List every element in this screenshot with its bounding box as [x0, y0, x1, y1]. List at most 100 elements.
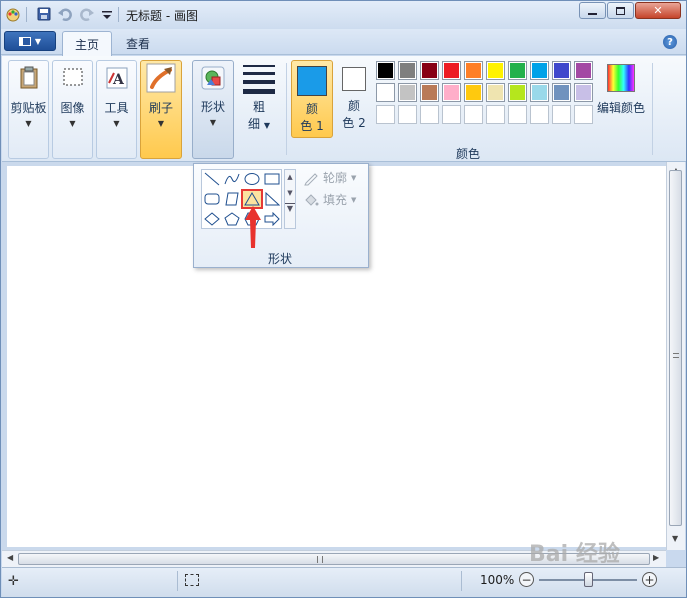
color-swatch[interactable]	[398, 105, 417, 124]
color-swatch[interactable]	[530, 105, 549, 124]
ribbon-separator	[652, 63, 653, 155]
color-swatch[interactable]	[530, 61, 549, 80]
rectangle-shape[interactable]	[262, 170, 282, 188]
minimize-button[interactable]	[579, 2, 606, 19]
shapes-icon	[201, 66, 225, 90]
gallery-down-icon[interactable]: ▼	[285, 189, 295, 197]
scroll-right-icon[interactable]: ▶	[653, 553, 659, 562]
color-swatch[interactable]	[464, 61, 483, 80]
polygon-shape[interactable]	[222, 190, 242, 208]
color2-label-top: 颜	[347, 99, 360, 113]
scroll-left-icon[interactable]: ◀	[7, 553, 13, 562]
zoom-slider-thumb[interactable]	[584, 572, 593, 587]
color-swatch[interactable]	[552, 61, 571, 80]
color-swatch[interactable]	[574, 61, 593, 80]
tab-home-label: 主页	[75, 37, 100, 52]
color-swatch[interactable]	[530, 83, 549, 102]
outline-label: 轮廓	[323, 171, 348, 185]
color-swatch[interactable]	[552, 105, 571, 124]
maximize-button[interactable]	[607, 2, 634, 19]
file-menu-button[interactable]: ▼	[4, 31, 56, 51]
color-swatch[interactable]	[486, 61, 505, 80]
close-button[interactable]: ✕	[635, 2, 681, 19]
outline-button[interactable]: 轮廓 ▼	[303, 169, 356, 186]
line-width-icon	[243, 65, 275, 94]
redo-icon[interactable]	[79, 6, 95, 22]
color-swatch[interactable]	[376, 105, 395, 124]
color-swatch[interactable]	[376, 83, 395, 102]
chevron-down-icon: ▼	[209, 118, 217, 127]
selection-size-icon	[185, 574, 199, 586]
help-icon[interactable]: ?	[663, 35, 677, 49]
color-swatch[interactable]	[376, 61, 395, 80]
brushes-button[interactable]: 刷子 ▼	[140, 60, 182, 159]
shapes-button[interactable]: 形状 ▼	[192, 60, 234, 159]
qat-separator	[26, 7, 27, 22]
gallery-up-icon[interactable]: ▲	[285, 173, 295, 181]
diamond-shape[interactable]	[202, 210, 222, 228]
color-swatch[interactable]	[486, 105, 505, 124]
color-swatch[interactable]	[420, 83, 439, 102]
annotation-arrow-icon	[245, 206, 261, 248]
tab-view[interactable]: 查看	[114, 31, 162, 56]
color-swatch[interactable]	[464, 105, 483, 124]
color-swatch[interactable]	[508, 83, 527, 102]
paint-app-icon[interactable]	[5, 6, 21, 22]
fill-button[interactable]: 填充 ▼	[303, 191, 356, 208]
vertical-scroll-thumb[interactable]	[669, 170, 682, 526]
edit-colors-label: 编辑颜色	[597, 101, 646, 115]
oval-shape[interactable]	[242, 170, 262, 188]
gallery-scroll[interactable]: ▲ ▼ ▼	[284, 169, 296, 229]
curve-shape[interactable]	[222, 170, 242, 188]
save-icon[interactable]	[36, 6, 52, 22]
color-swatch[interactable]	[420, 105, 439, 124]
color2-button[interactable]: 颜 色 2	[335, 60, 373, 138]
color-swatch[interactable]	[442, 105, 461, 124]
color-swatch[interactable]	[442, 83, 461, 102]
vertical-scrollbar[interactable]: ▲ ▼	[666, 162, 685, 550]
color-swatch[interactable]	[398, 61, 417, 80]
tab-view-label: 查看	[126, 37, 151, 51]
color1-label-bottom: 色 1	[300, 119, 324, 133]
color-swatch[interactable]	[508, 61, 527, 80]
color-swatch[interactable]	[486, 83, 505, 102]
rounded-rectangle-shape[interactable]	[202, 190, 222, 208]
chevron-down-icon: ▼	[351, 173, 357, 182]
size-label-bottom: 细 ▼	[248, 115, 270, 132]
tab-home[interactable]: 主页	[62, 31, 113, 56]
color-swatch[interactable]	[464, 83, 483, 102]
chevron-down-icon: ▼	[351, 195, 357, 204]
line-shape[interactable]	[202, 170, 222, 188]
polygon-icon	[225, 192, 239, 206]
edit-colors-button[interactable]: 编辑颜色	[597, 61, 645, 121]
chevron-down-icon: ▼	[34, 36, 42, 46]
tools-button[interactable]: A 工具 ▼	[96, 60, 137, 159]
pencil-outline-icon	[304, 172, 318, 185]
color-swatch[interactable]	[420, 61, 439, 80]
customize-qat-icon[interactable]	[99, 6, 115, 22]
scroll-down-icon[interactable]: ▼	[672, 534, 678, 543]
paint-window: 无标题 - 画图 ✕ ▼ 主页 查看 ? 剪贴板 ▼ 图像 ▼ A 工具 ▼ 刷…	[0, 0, 687, 598]
chevron-down-icon: ▼	[25, 119, 32, 128]
image-button[interactable]: 图像 ▼	[52, 60, 93, 159]
grip-icon	[317, 556, 323, 563]
right-arrow-shape[interactable]	[262, 210, 282, 228]
color-swatch[interactable]	[574, 105, 593, 124]
color1-button[interactable]: 颜 色 1	[291, 60, 333, 138]
color-swatch[interactable]	[552, 83, 571, 102]
right-arrow-icon	[264, 212, 280, 226]
size-button[interactable]: 粗 细 ▼	[239, 61, 279, 157]
color-swatch[interactable]	[574, 83, 593, 102]
color-swatch[interactable]	[508, 105, 527, 124]
undo-icon[interactable]	[57, 6, 73, 22]
zoom-in-button[interactable]: +	[642, 572, 657, 587]
zoom-out-button[interactable]: −	[519, 572, 534, 587]
size-label-top: 粗	[252, 100, 265, 114]
gallery-expand-icon[interactable]: ▼	[285, 203, 295, 213]
right-triangle-shape[interactable]	[262, 190, 282, 208]
clipboard-icon	[20, 66, 37, 89]
color-swatch[interactable]	[398, 83, 417, 102]
color-swatch[interactable]	[442, 61, 461, 80]
pentagon-shape[interactable]	[222, 210, 242, 228]
clipboard-button[interactable]: 剪贴板 ▼	[8, 60, 49, 159]
